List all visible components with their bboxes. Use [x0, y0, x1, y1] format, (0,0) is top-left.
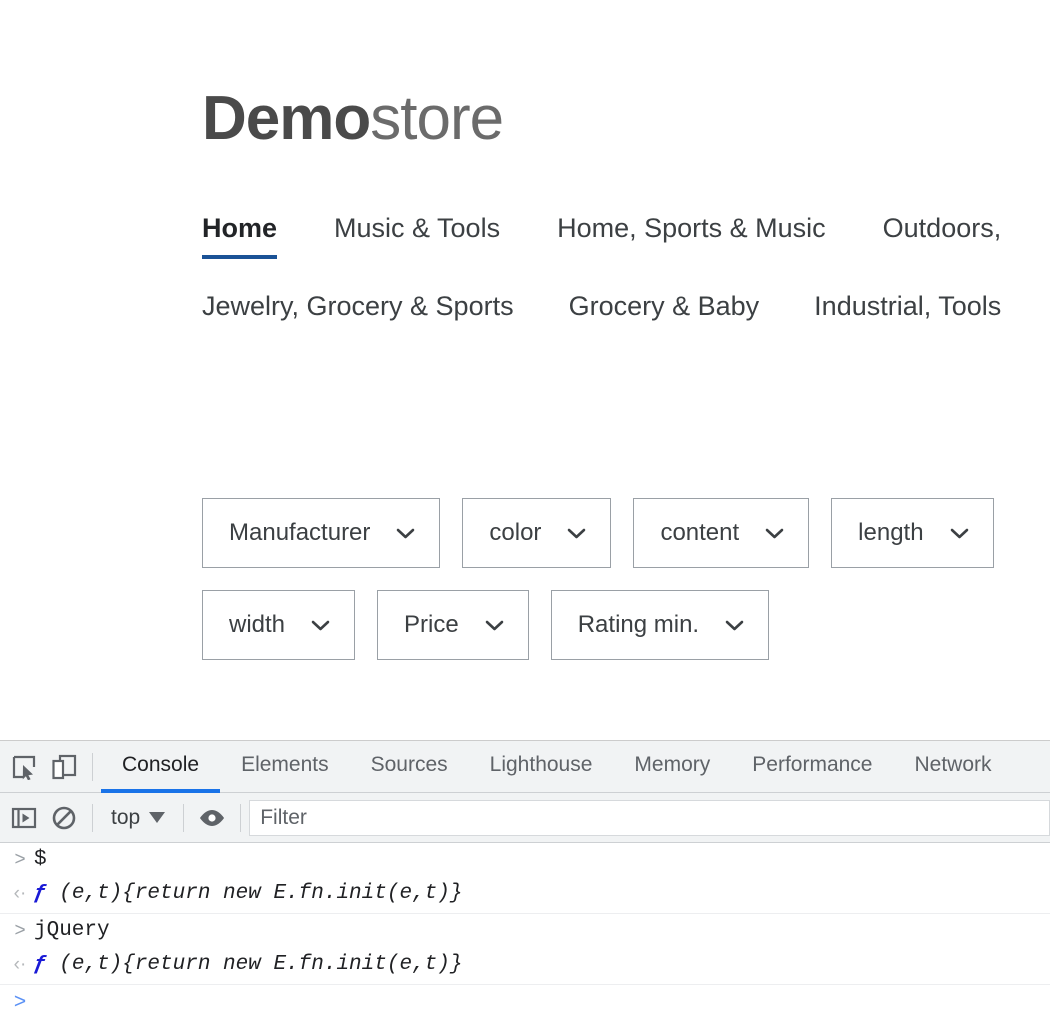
chevron-down-icon	[311, 620, 330, 631]
devtools-panel: Console Elements Sources Lighthouse Memo…	[0, 740, 1050, 1036]
filter-row-2: width Price Rating min.	[202, 590, 1050, 660]
logo-light-text: store	[370, 84, 504, 153]
toolbar-divider	[240, 803, 242, 832]
devtools-tabbar: Console Elements Sources Lighthouse Memo…	[0, 741, 1050, 793]
create-live-expression-icon[interactable]	[192, 798, 232, 838]
filter-color-label: color	[489, 519, 542, 546]
toolbar-divider	[183, 803, 185, 832]
filter-width[interactable]: width	[202, 590, 356, 660]
console-input-text: jQuery	[34, 919, 110, 942]
tab-performance[interactable]: Performance	[731, 741, 893, 793]
console-input-row: > $	[0, 843, 1050, 877]
prompt-arrow-icon: >	[13, 990, 27, 1013]
chevron-down-icon	[765, 528, 784, 539]
function-glyph-icon: ƒ	[34, 882, 47, 905]
toolbar-divider	[92, 803, 93, 832]
console-result-text: ƒ (e,t){return new E.fn.init(e,t)}	[34, 950, 462, 980]
console-result-body: (e,t){return new E.fn.init(e,t)}	[46, 882, 463, 905]
filter-rating-min-label: Rating min.	[577, 611, 700, 638]
site-logo[interactable]: Demostore	[202, 88, 504, 150]
tab-lighthouse[interactable]: Lighthouse	[469, 741, 614, 793]
chevron-down-icon	[485, 620, 504, 631]
caret-down-icon	[149, 812, 166, 823]
filter-content-label: content	[660, 519, 740, 546]
chevron-down-icon	[396, 528, 415, 539]
filter-color[interactable]: color	[462, 498, 612, 568]
execution-context-label: top	[111, 805, 141, 829]
console-result-text: ƒ (e,t){return new E.fn.init(e,t)}	[34, 879, 462, 909]
show-console-sidebar-icon[interactable]	[4, 798, 44, 838]
chevron-down-icon	[950, 528, 969, 539]
tab-memory[interactable]: Memory	[613, 741, 731, 793]
devtools-tab-list: Console Elements Sources Lighthouse Memo…	[101, 741, 1013, 793]
inspect-element-icon[interactable]	[4, 747, 44, 787]
console-result-row: ‹· ƒ (e,t){return new E.fn.init(e,t)}	[0, 877, 1050, 914]
function-glyph-icon: ƒ	[34, 953, 47, 976]
prompt-arrow-icon: >	[14, 920, 26, 941]
console-result-body: (e,t){return new E.fn.init(e,t)}	[46, 953, 463, 976]
filter-panel: Manufacturer color content length width …	[202, 498, 1050, 660]
filter-content[interactable]: content	[633, 498, 810, 568]
filter-length-label: length	[858, 519, 924, 546]
logo-bold-text: Demo	[202, 84, 371, 153]
console-filter-input[interactable]	[249, 799, 1050, 836]
filter-price[interactable]: Price	[377, 590, 529, 660]
console-toolbar: top	[0, 793, 1050, 843]
chevron-down-icon	[725, 620, 744, 631]
nav-item-home[interactable]: Home	[202, 212, 278, 259]
nav-row-secondary: Jewelry, Grocery & Sports Grocery & Baby…	[202, 290, 1050, 333]
console-input-row: > jQuery	[0, 914, 1050, 948]
clear-console-icon[interactable]	[44, 798, 84, 838]
toolbar-divider	[92, 752, 93, 781]
return-arrow-icon: ‹·	[13, 883, 27, 904]
tab-elements[interactable]: Elements	[220, 741, 350, 793]
nav-item-music-tools[interactable]: Music & Tools	[334, 212, 500, 255]
nav-row-primary: Home Music & Tools Home, Sports & Music …	[202, 212, 1050, 270]
filter-price-label: Price	[404, 611, 459, 638]
return-arrow-icon: ‹·	[13, 954, 27, 975]
nav-item-grocery-baby[interactable]: Grocery & Baby	[569, 290, 760, 333]
filter-manufacturer-label: Manufacturer	[229, 519, 371, 546]
filter-width-label: width	[229, 611, 286, 638]
tab-sources[interactable]: Sources	[350, 741, 469, 793]
console-output[interactable]: > $ ‹· ƒ (e,t){return new E.fn.init(e,t)…	[0, 843, 1050, 1019]
nav-item-jewelry-grocery-sports[interactable]: Jewelry, Grocery & Sports	[202, 290, 514, 333]
device-toolbar-icon[interactable]	[44, 747, 84, 787]
filter-length[interactable]: length	[831, 498, 994, 568]
chevron-down-icon	[567, 528, 586, 539]
tab-network[interactable]: Network	[893, 741, 1012, 793]
filter-row-1: Manufacturer color content length	[202, 498, 1050, 568]
prompt-arrow-icon: >	[14, 849, 26, 870]
tab-console[interactable]: Console	[101, 741, 221, 793]
nav-item-outdoors[interactable]: Outdoors,	[883, 212, 1002, 255]
nav-item-home-sports-music[interactable]: Home, Sports & Music	[557, 212, 826, 255]
nav-item-industrial-tools[interactable]: Industrial, Tools	[814, 290, 1001, 333]
filter-manufacturer[interactable]: Manufacturer	[202, 498, 441, 568]
console-result-row: ‹· ƒ (e,t){return new E.fn.init(e,t)}	[0, 948, 1050, 985]
console-prompt-row[interactable]: >	[0, 985, 1050, 1019]
execution-context-select[interactable]: top	[101, 806, 175, 830]
main-navigation: Home Music & Tools Home, Sports & Music …	[202, 212, 1050, 333]
console-input-text: $	[34, 848, 47, 871]
filter-rating-min[interactable]: Rating min.	[550, 590, 770, 660]
store-page: Demostore Home Music & Tools Home, Sport…	[0, 0, 1050, 740]
